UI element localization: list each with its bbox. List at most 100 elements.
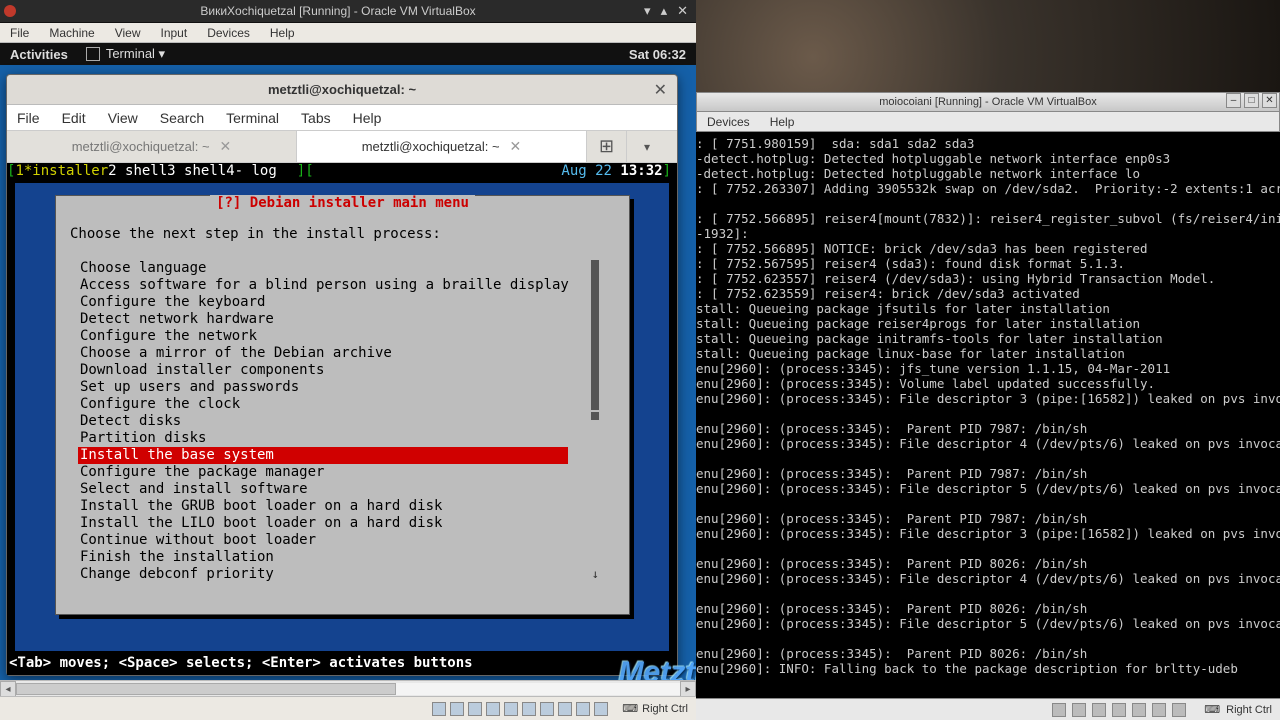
network-icon[interactable] (486, 702, 500, 716)
usb-icon[interactable] (1112, 703, 1126, 717)
vm1-menubar: FileMachineViewInputDevicesHelp (0, 23, 696, 43)
menu-input[interactable]: Input (151, 26, 198, 40)
cpu-icon[interactable] (576, 702, 590, 716)
terminal-titlebar[interactable]: metztli@xochiquetzal: ~ ✕ (7, 75, 677, 105)
vm2-menu-devices[interactable]: Devices (697, 115, 760, 129)
scrollbar-thumb[interactable] (591, 260, 599, 410)
installer-item[interactable]: Access software for a blind person using… (78, 277, 568, 294)
host-key-label: Right Ctrl (1226, 704, 1272, 716)
installer-item[interactable]: Download installer components (78, 362, 568, 379)
close-icon[interactable]: ✕ (1262, 93, 1277, 108)
dialog-title: [?] Debian installer main menu (210, 195, 475, 211)
vm2-console[interactable]: : [ 7751.980159] sda: sda1 sda2 sda3 -de… (696, 132, 1280, 680)
terminal-menu-tabs[interactable]: Tabs (301, 110, 331, 126)
gnome-topbar: Activities Terminal ▾ Sat 06:32 (0, 43, 696, 65)
scroll-down-icon: ↓ (592, 566, 599, 583)
terminal-menu-terminal[interactable]: Terminal (226, 110, 279, 126)
vm2-titlebar[interactable]: moiocoiani [Running] - Oracle VM Virtual… (696, 92, 1280, 112)
keyboard-icon[interactable]: ⌨ (622, 702, 638, 715)
menu-file[interactable]: File (0, 26, 39, 40)
terminal-tabbar: metztli@xochiquetzal: ~✕metztli@xochique… (7, 131, 677, 163)
activities-button[interactable]: Activities (10, 47, 68, 62)
shared-folder-icon[interactable] (522, 702, 536, 716)
installer-item[interactable]: Configure the network (78, 328, 568, 345)
host-key-label: Right Ctrl (642, 703, 688, 715)
terminal-body[interactable]: [ 1*installer 2 shell 3 shell 4- log ][ … (7, 163, 677, 675)
installer-item[interactable]: Choose language (78, 260, 568, 277)
installer-item[interactable]: Install the base system (78, 447, 568, 464)
mouse-icon[interactable] (594, 702, 608, 716)
menu-devices[interactable]: Devices (197, 26, 260, 40)
installer-item[interactable]: Select and install software (78, 481, 568, 498)
tab-menu-button[interactable]: ▾ (627, 131, 667, 162)
audio-icon[interactable] (468, 702, 482, 716)
shared-folder-icon[interactable] (1132, 703, 1146, 717)
menu-help[interactable]: Help (260, 26, 305, 40)
close-tab-icon[interactable]: ✕ (510, 138, 522, 155)
menu-machine[interactable]: Machine (39, 26, 104, 40)
terminal-menu-file[interactable]: File (17, 110, 40, 126)
optical-icon[interactable] (450, 702, 464, 716)
terminal-menu-edit[interactable]: Edit (62, 110, 86, 126)
dialog-menu-list[interactable]: Choose languageAccess software for a bli… (78, 260, 568, 583)
vm2-title: moiocoiani [Running] - Oracle VM Virtual… (879, 96, 1096, 108)
minimize-icon[interactable]: – (1226, 93, 1241, 108)
usb-icon[interactable] (504, 702, 518, 716)
terminal-tab-0[interactable]: metztli@xochiquetzal: ~ ✕ (7, 131, 297, 162)
installer-item[interactable]: Partition disks (78, 430, 568, 447)
display-icon[interactable] (540, 702, 554, 716)
minimize-icon[interactable]: ▾ (644, 3, 651, 19)
close-icon[interactable]: ✕ (654, 80, 667, 100)
installer-item[interactable]: Choose a mirror of the Debian archive (78, 345, 568, 362)
terminal-tab-1[interactable]: metztli@xochiquetzal: ~ ✕ (297, 131, 587, 162)
dialog-scrollbar[interactable] (591, 260, 599, 566)
network-icon[interactable] (1092, 703, 1106, 717)
tab-label: metztli@xochiquetzal: ~ (72, 139, 210, 154)
terminal-menu-help[interactable]: Help (353, 110, 382, 126)
gnome-desktop: metztli@xochiquetzal: ~ ✕ File Edit View Se… (0, 65, 696, 696)
scrollbar-thumb[interactable] (591, 412, 599, 420)
app-menu[interactable]: Terminal ▾ (86, 46, 165, 62)
vm2-statusbar: ⌨ Right Ctrl (696, 698, 1280, 720)
terminal-window: metztli@xochiquetzal: ~ ✕ File Edit View Se… (6, 74, 678, 676)
vm2-menu-help[interactable]: Help (760, 115, 805, 129)
display-icon[interactable] (1152, 703, 1166, 717)
installer-item[interactable]: Finish the installation (78, 549, 568, 566)
close-tab-icon[interactable]: ✕ (220, 138, 232, 155)
installer-item[interactable]: Install the GRUB boot loader on a hard d… (78, 498, 568, 515)
new-tab-button[interactable]: ⊞ (587, 131, 627, 162)
installer-item[interactable]: Set up users and passwords (78, 379, 568, 396)
scrollbar-track[interactable] (16, 683, 680, 695)
installer-item[interactable]: Install the LILO boot loader on a hard d… (78, 515, 568, 532)
recording-icon[interactable] (558, 702, 572, 716)
terminal-icon (86, 47, 100, 61)
hdd-icon[interactable] (432, 702, 446, 716)
maximize-icon[interactable]: □ (1244, 93, 1259, 108)
hdd-icon[interactable] (1052, 703, 1066, 717)
scrollbar-thumb[interactable] (16, 683, 396, 695)
maximize-icon[interactable]: ▴ (661, 3, 668, 19)
host-horizontal-scrollbar[interactable]: ◂ ▸ (0, 680, 696, 696)
terminal-menu-search[interactable]: Search (160, 110, 204, 126)
close-icon[interactable]: ✕ (677, 3, 688, 19)
installer-item[interactable]: Detect network hardware (78, 311, 568, 328)
installer-item[interactable]: Change debconf priority (78, 566, 568, 583)
scroll-right-icon[interactable]: ▸ (680, 681, 696, 697)
clock[interactable]: Sat 06:32 (629, 47, 686, 62)
installer-dialog: [?] Debian installer main menu Choose th… (55, 195, 630, 615)
menu-view[interactable]: View (105, 26, 151, 40)
installer-item[interactable]: Continue without boot loader (78, 532, 568, 549)
terminal-menu-view[interactable]: View (108, 110, 138, 126)
installer-item[interactable]: Configure the clock (78, 396, 568, 413)
installer-item[interactable]: Configure the keyboard (78, 294, 568, 311)
screen-status-line: [ 1*installer 2 shell 3 shell 4- log ][ … (7, 163, 677, 180)
optical-icon[interactable] (1072, 703, 1086, 717)
keyboard-icon[interactable]: ⌨ (1204, 703, 1220, 716)
vm1-statusbar: ⌨ Right Ctrl (0, 696, 696, 720)
installer-item[interactable]: Configure the package manager (78, 464, 568, 481)
tab-label: metztli@xochiquetzal: ~ (362, 139, 500, 154)
mouse-icon[interactable] (1172, 703, 1186, 717)
installer-item[interactable]: Detect disks (78, 413, 568, 430)
scroll-left-icon[interactable]: ◂ (0, 681, 16, 697)
app-menu-label: Terminal ▾ (106, 46, 165, 62)
